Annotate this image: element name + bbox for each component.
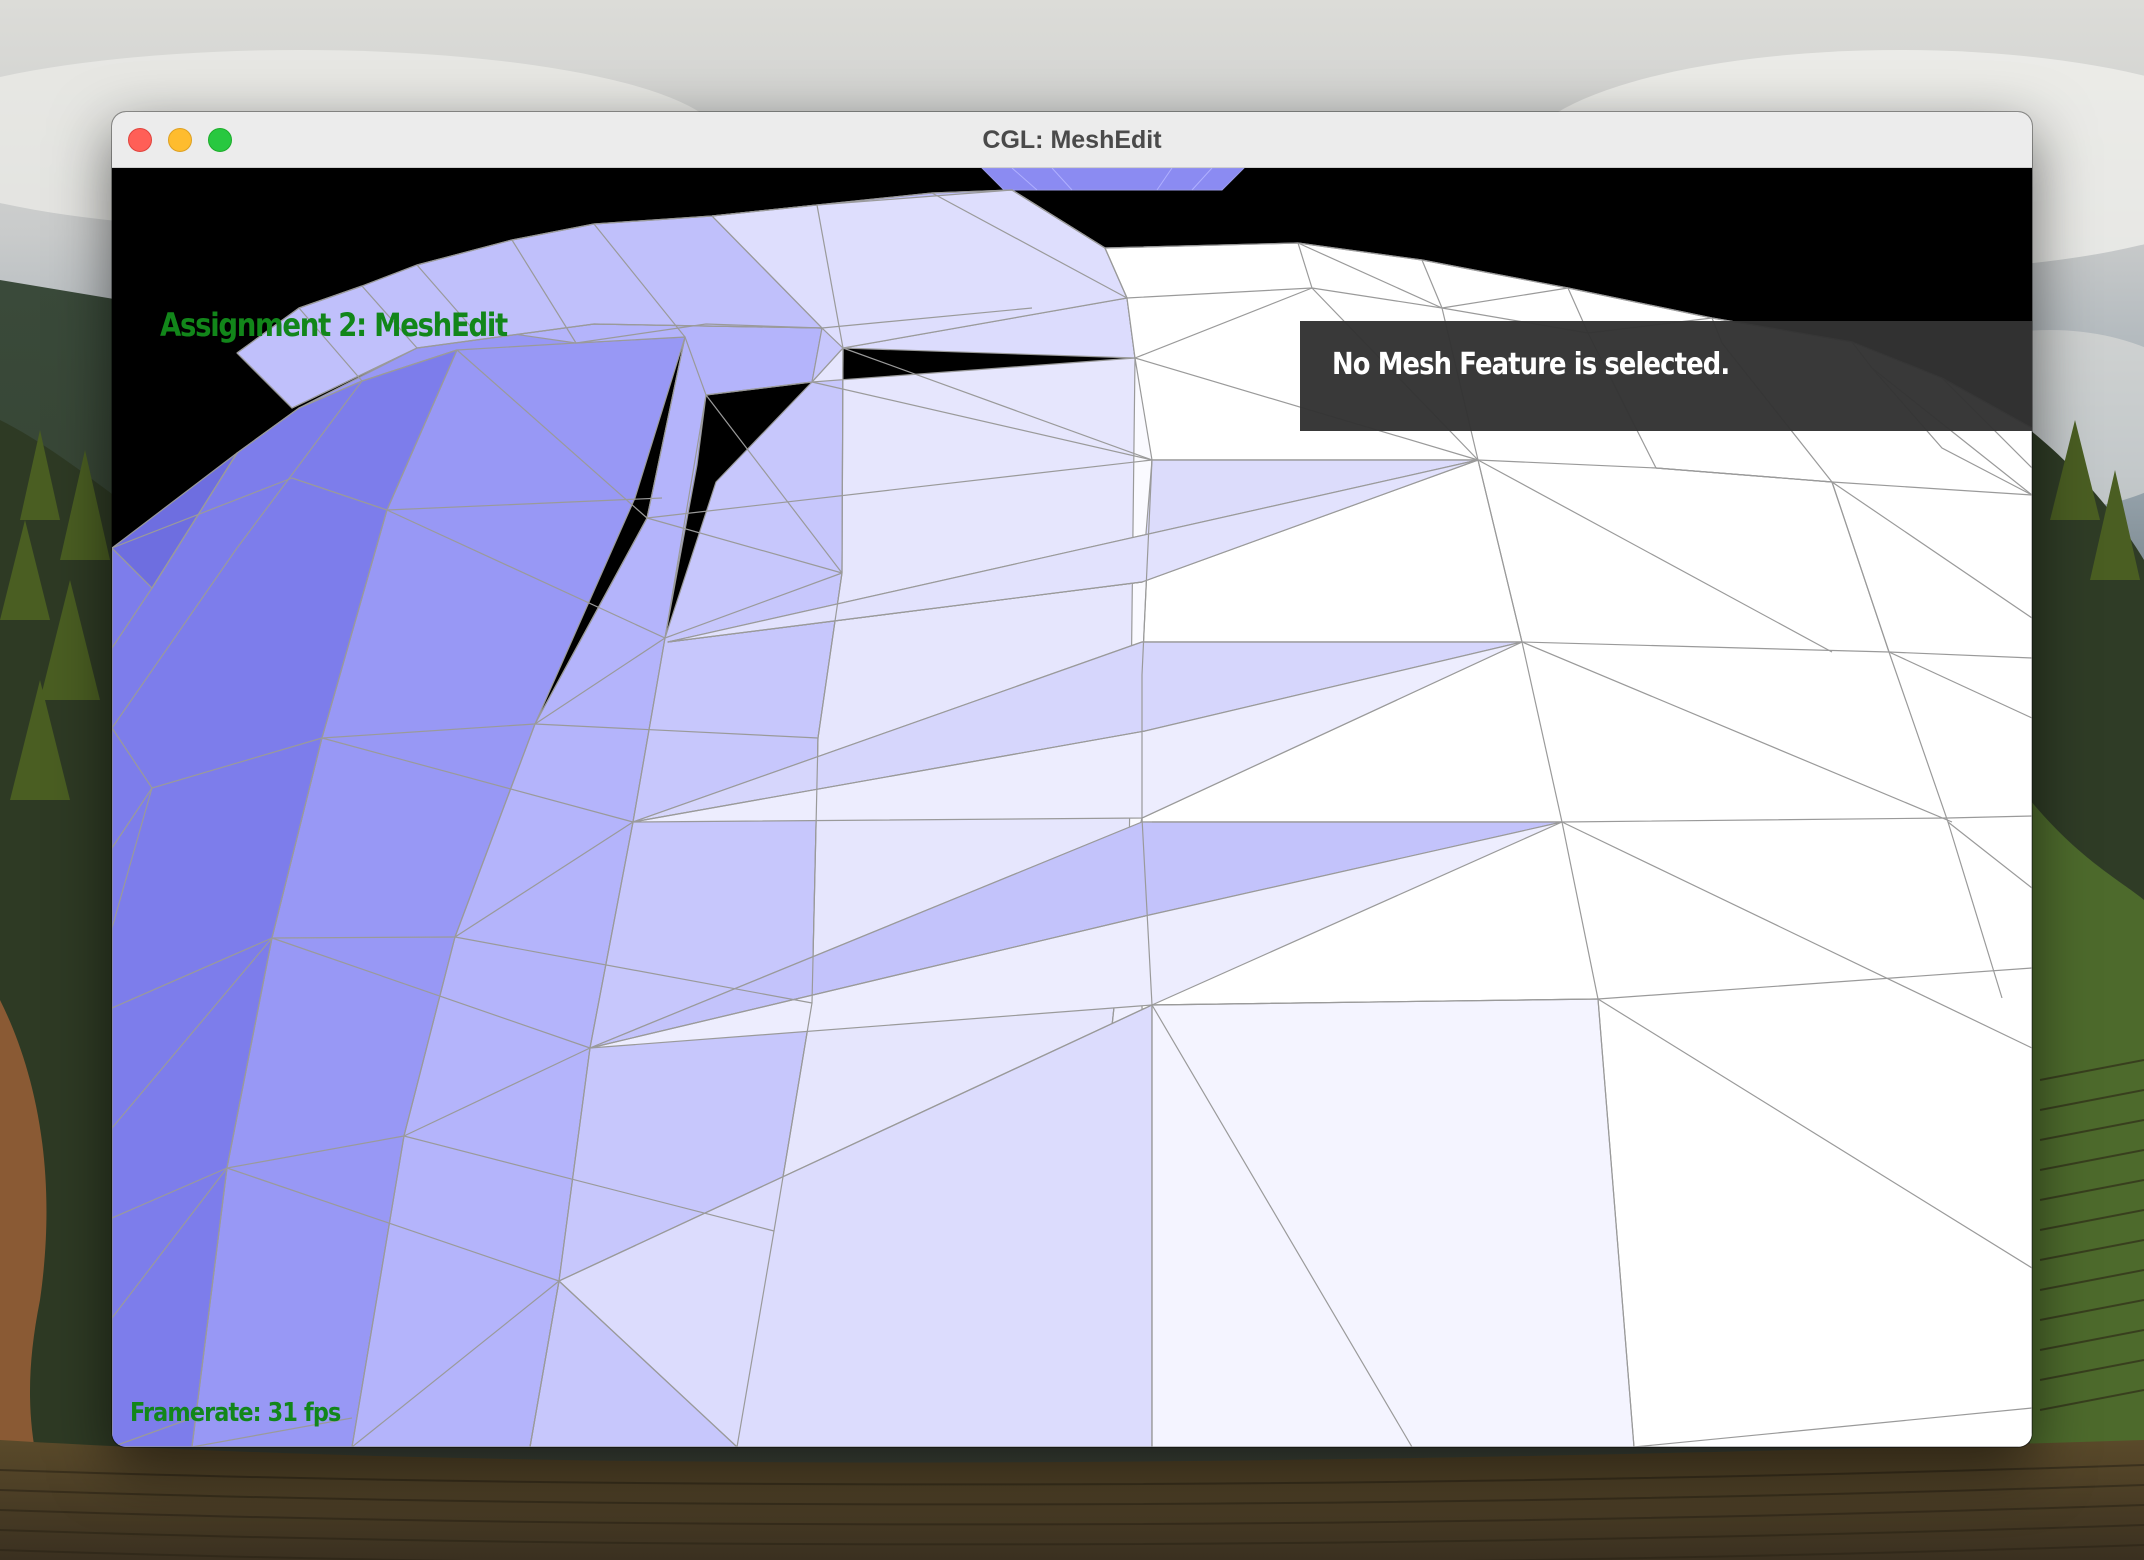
- mesh-cap: [981, 168, 1245, 191]
- app-window: CGL: MeshEdit Assignment 2: MeshEdit No …: [112, 112, 2032, 1447]
- selection-status-text: No Mesh Feature is selected.: [1332, 347, 1730, 382]
- window-titlebar[interactable]: CGL: MeshEdit: [112, 112, 2032, 168]
- assignment-title-label: Assignment 2: MeshEdit: [160, 306, 508, 344]
- framerate-label: Framerate: 31 fps: [130, 1398, 341, 1428]
- mesh-viewport[interactable]: Assignment 2: MeshEdit No Mesh Feature i…: [112, 168, 2032, 1447]
- selection-info-panel: No Mesh Feature is selected.: [1300, 321, 2032, 431]
- window-title: CGL: MeshEdit: [982, 126, 1162, 154]
